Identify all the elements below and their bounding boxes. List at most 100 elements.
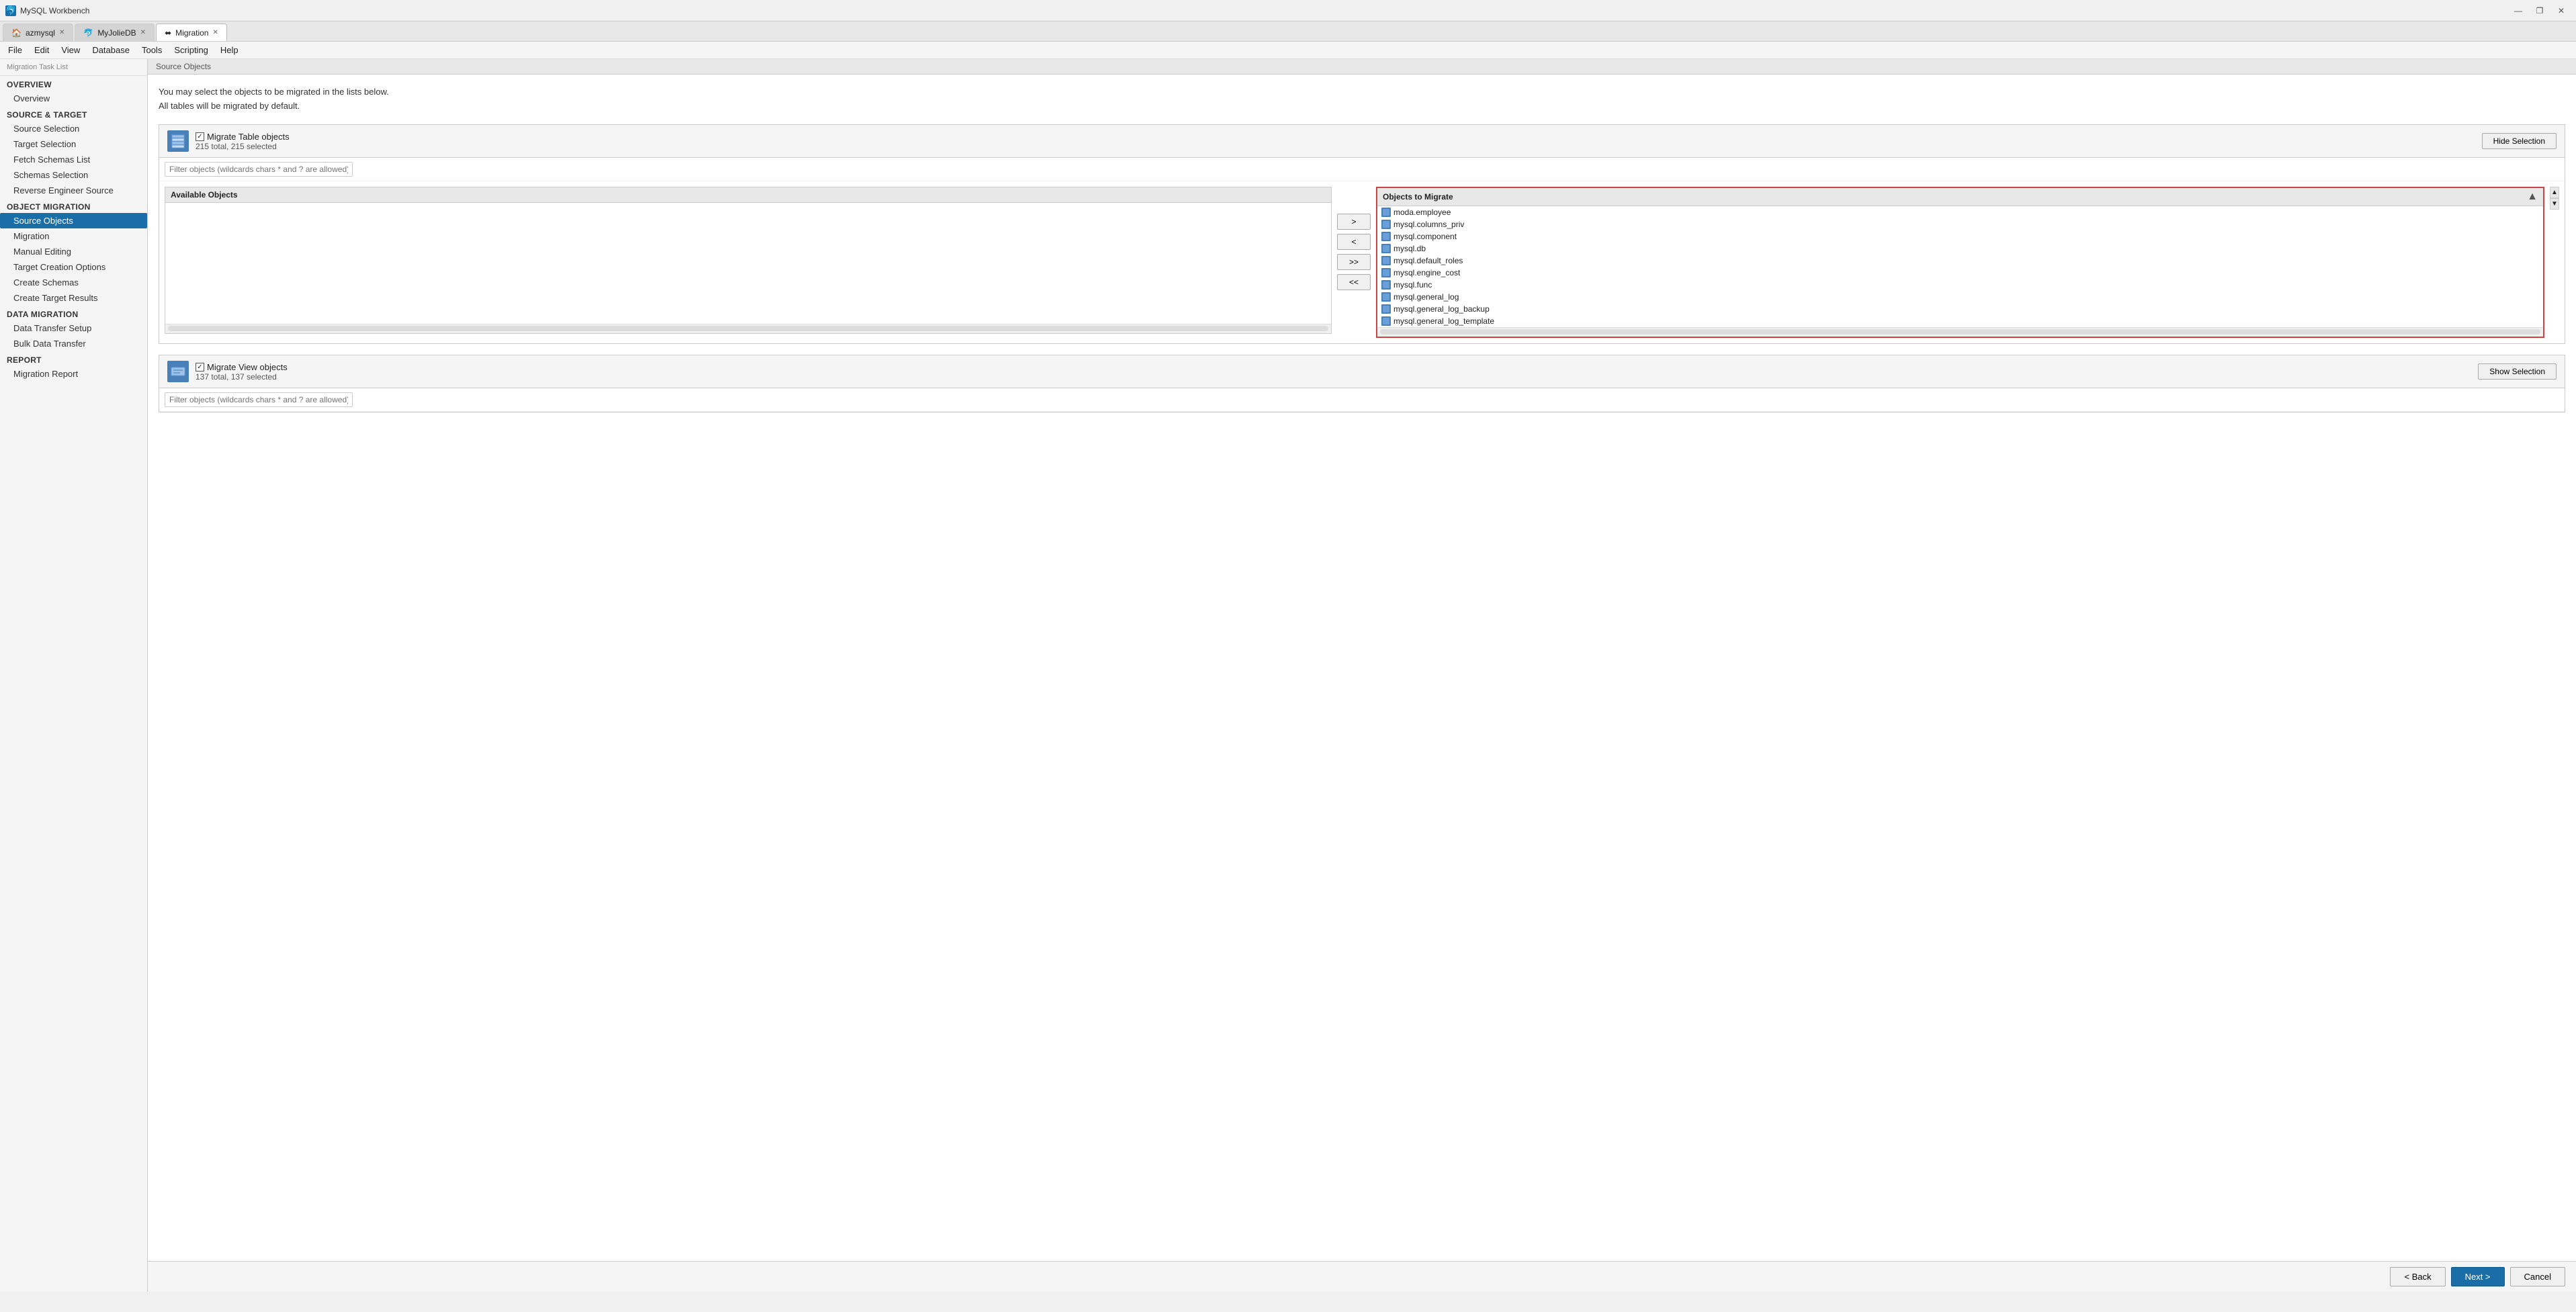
cancel-button[interactable]: Cancel	[2510, 1267, 2565, 1286]
hide-selection-button[interactable]: Hide Selection	[2482, 133, 2557, 149]
content-body: You may select the objects to be migrate…	[148, 75, 2576, 1261]
tab-azmysql-close[interactable]: ✕	[59, 29, 65, 36]
transfer-all-left-button[interactable]: <<	[1337, 274, 1371, 290]
migrate-list-body[interactable]: moda.employee mysql.columns_priv mysql.c…	[1377, 206, 2543, 327]
menu-database[interactable]: Database	[87, 44, 135, 56]
right-scrollbar[interactable]: ▲ ▼	[2550, 187, 2559, 210]
list-item[interactable]: mysql.general_log	[1377, 291, 2543, 303]
menu-tools[interactable]: Tools	[136, 44, 167, 56]
sidebar-item-reverse-engineer[interactable]: Reverse Engineer Source	[0, 183, 147, 198]
menu-help[interactable]: Help	[215, 44, 244, 56]
bottom-nav: < Back Next > Cancel	[148, 1261, 2576, 1292]
tab-azmysql[interactable]: 🏠 azmysql ✕	[3, 24, 73, 41]
view-filter-input[interactable]	[165, 392, 353, 407]
transfer-left-button[interactable]: <	[1337, 234, 1371, 250]
menu-view[interactable]: View	[56, 44, 85, 56]
sidebar-item-source-selection[interactable]: Source Selection	[0, 121, 147, 136]
app-icon: 🐬	[5, 5, 16, 16]
view-checkbox-text: Migrate View objects	[207, 362, 288, 372]
menubar: File Edit View Database Tools Scripting …	[0, 42, 2576, 59]
sidebar-item-schemas-selection[interactable]: Schemas Selection	[0, 167, 147, 183]
sidebar-item-fetch-schemas[interactable]: Fetch Schemas List	[0, 152, 147, 167]
migrate-item-5: mysql.engine_cost	[1393, 268, 1460, 277]
tab-azmysql-icon: 🏠	[11, 28, 22, 38]
menu-file[interactable]: File	[3, 44, 28, 56]
view-checkbox-label: ✓ Migrate View objects	[196, 362, 288, 372]
view-checkbox[interactable]: ✓	[196, 363, 204, 371]
window-controls[interactable]: — ❐ ✕	[2509, 4, 2571, 17]
list-item[interactable]: mysql.component	[1377, 230, 2543, 243]
sidebar-item-source-objects[interactable]: Source Objects	[0, 213, 147, 228]
table-row-icon	[1381, 220, 1391, 229]
sidebar-item-create-schemas[interactable]: Create Schemas	[0, 275, 147, 290]
list-item[interactable]: mysql.columns_priv	[1377, 218, 2543, 230]
tab-migration[interactable]: ⬌ Migration ✕	[156, 24, 227, 41]
sidebar-item-migration-report[interactable]: Migration Report	[0, 366, 147, 382]
view-count: 137 total, 137 selected	[196, 372, 2471, 382]
migrate-scrollbar[interactable]	[1377, 327, 2543, 337]
tab-myjolie-close[interactable]: ✕	[140, 29, 146, 36]
table-row-icon	[1381, 244, 1391, 253]
list-item[interactable]: mysql.engine_cost	[1377, 267, 2543, 279]
view-section-header: ✓ Migrate View objects 137 total, 137 se…	[159, 355, 2565, 388]
next-button[interactable]: Next >	[2451, 1267, 2505, 1286]
available-objects-list: Available Objects	[165, 187, 1332, 334]
intro-text: You may select the objects to be migrate…	[159, 85, 2565, 114]
menu-scripting[interactable]: Scripting	[169, 44, 214, 56]
table-obj-info: ✓ Migrate Table objects 215 total, 215 s…	[196, 130, 2475, 151]
transfer-all-right-button[interactable]: >>	[1337, 254, 1371, 270]
table-count: 215 total, 215 selected	[196, 142, 2475, 151]
close-button[interactable]: ✕	[2552, 4, 2571, 17]
list-item[interactable]: mysql.func	[1377, 279, 2543, 291]
sidebar-item-target-selection[interactable]: Target Selection	[0, 136, 147, 152]
sidebar-category-data-migration: DATA MIGRATION	[0, 306, 147, 320]
tab-myjolie-icon: 🐬	[83, 28, 93, 38]
scroll-up-arrow[interactable]: ▲	[2550, 187, 2559, 198]
scroll-down-arrow[interactable]: ▼	[2550, 198, 2559, 209]
migrate-list-scroll-up[interactable]: ▲	[2527, 191, 2538, 203]
back-button[interactable]: < Back	[2390, 1267, 2445, 1286]
table-checkbox[interactable]: ✓	[196, 132, 204, 141]
sidebar-item-create-target[interactable]: Create Target Results	[0, 290, 147, 306]
table-section-header: ✓ Migrate Table objects 215 total, 215 s…	[159, 125, 2565, 158]
sidebar-item-bulk-transfer[interactable]: Bulk Data Transfer	[0, 336, 147, 351]
sidebar-item-overview[interactable]: Overview	[0, 91, 147, 106]
tab-myjolie[interactable]: 🐬 MyJolieDB ✕	[75, 24, 155, 41]
list-item[interactable]: mysql.general_log_template	[1377, 315, 2543, 327]
table-row-icon	[1381, 208, 1391, 217]
table-obj-title: ✓ Migrate Table objects	[196, 130, 2475, 142]
titlebar: 🐬 MySQL Workbench — ❐ ✕	[0, 0, 2576, 21]
list-item[interactable]: moda.employee	[1377, 206, 2543, 218]
maximize-button[interactable]: ❐	[2530, 4, 2549, 17]
menu-edit[interactable]: Edit	[29, 44, 54, 56]
sidebar-item-migration[interactable]: Migration	[0, 228, 147, 244]
migrate-item-2: mysql.component	[1393, 232, 1457, 241]
view-icon	[167, 361, 189, 382]
table-row-icon	[1381, 316, 1391, 326]
migrate-item-1: mysql.columns_priv	[1393, 220, 1464, 229]
available-list-body[interactable]	[165, 203, 1331, 324]
table-row-icon	[1381, 256, 1391, 265]
sidebar: Migration Task List OVERVIEW Overview SO…	[0, 59, 148, 1292]
table-objects-section: ✓ Migrate Table objects 215 total, 215 s…	[159, 124, 2565, 344]
table-lists-container: Available Objects > < >> <<	[159, 181, 2565, 343]
table-filter-input[interactable]	[165, 162, 353, 177]
sidebar-category-report: REPORT	[0, 351, 147, 366]
list-item[interactable]: mysql.default_roles	[1377, 255, 2543, 267]
list-item[interactable]: mysql.general_log_backup	[1377, 303, 2543, 315]
tab-migration-close[interactable]: ✕	[212, 29, 218, 36]
transfer-right-button[interactable]: >	[1337, 214, 1371, 230]
tab-azmysql-label: azmysql	[26, 28, 55, 38]
sidebar-item-data-transfer[interactable]: Data Transfer Setup	[0, 320, 147, 336]
sidebar-item-manual-editing[interactable]: Manual Editing	[0, 244, 147, 259]
available-scrollbar[interactable]	[165, 324, 1331, 333]
show-selection-button[interactable]: Show Selection	[2478, 363, 2557, 380]
content-area: Source Objects You may select the object…	[148, 59, 2576, 1292]
migrate-objects-list: Objects to Migrate ▲ moda.employee mysql…	[1376, 187, 2544, 338]
sidebar-item-target-creation[interactable]: Target Creation Options	[0, 259, 147, 275]
table-row-icon	[1381, 280, 1391, 290]
main-layout: Migration Task List OVERVIEW Overview SO…	[0, 59, 2576, 1292]
minimize-button[interactable]: —	[2509, 4, 2528, 17]
list-item[interactable]: mysql.db	[1377, 243, 2543, 255]
tab-migration-icon: ⬌	[165, 28, 171, 38]
